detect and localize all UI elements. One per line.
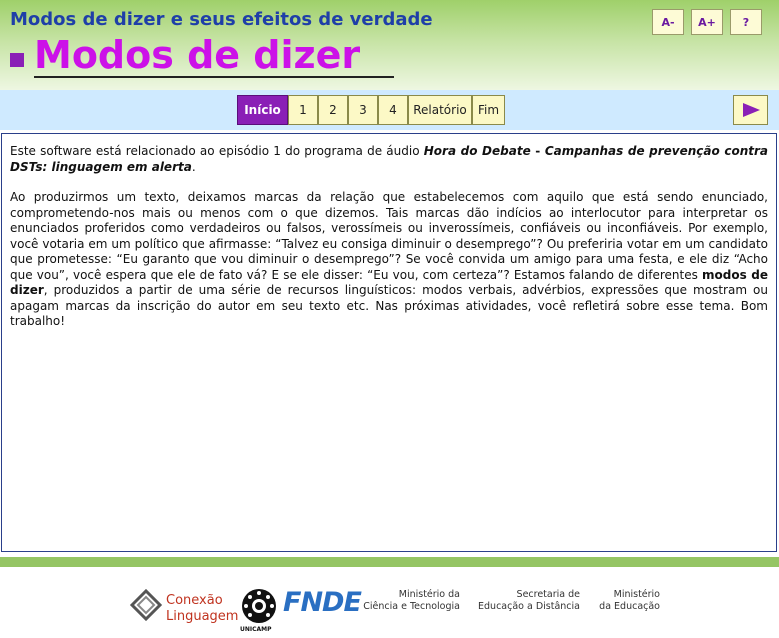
increase-font-button[interactable]: A+ [691, 9, 723, 35]
body-text-part1: Ao produzirmos um texto, deixamos marcas… [10, 190, 768, 282]
intro-paragraph: Este software está relacionado ao episód… [10, 144, 768, 175]
conexao-line1: Conexão [166, 593, 223, 608]
header-banner: Modos de dizer e seus efeitos de verdade… [0, 0, 779, 90]
fnde-logo: FNDE [283, 587, 362, 618]
ministry-science-technology: Ministério da Ciência e Tecnologia [362, 589, 460, 613]
conexao-linguagem-logo-text: Conexão Linguagem [166, 593, 238, 625]
ministry3-line2: da Educação [599, 601, 660, 612]
unicamp-logo-icon [242, 589, 276, 623]
intro-prefix: Este software está relacionado ao episód… [10, 144, 424, 158]
tab-3[interactable]: 3 [348, 95, 378, 125]
content-panel: Este software está relacionado ao episód… [1, 133, 777, 552]
tab-relatorio[interactable]: Relatório [408, 95, 472, 125]
page-title: Modos de dizer [34, 33, 361, 77]
unicamp-label: UNICAMP [240, 626, 272, 633]
tab-inicio[interactable]: Início [237, 95, 288, 125]
footer-divider [0, 557, 779, 567]
footer-logos: Conexão Linguagem UNICAMP FNDE Ministéri… [0, 567, 779, 638]
ministry3-line1: Ministério [613, 589, 660, 600]
tab-1[interactable]: 1 [288, 95, 318, 125]
app-title: Modos de dizer e seus efeitos de verdade [10, 9, 433, 30]
ministry2-line1: Secretaria de [516, 589, 580, 600]
ministry-education: Ministério da Educação [596, 589, 660, 613]
tab-4[interactable]: 4 [378, 95, 408, 125]
conexao-linguagem-logo-icon [129, 589, 163, 621]
next-button[interactable] [733, 95, 768, 125]
intro-suffix: . [191, 159, 196, 174]
tab-2[interactable]: 2 [318, 95, 348, 125]
square-bullet-icon [10, 53, 24, 67]
secretariat-distance-education: Secretaria de Educação a Distância [476, 589, 580, 613]
body-paragraph: Ao produzirmos um texto, deixamos marcas… [10, 190, 768, 330]
arrow-right-icon [742, 103, 760, 117]
program-name: Hora do Debate [423, 144, 531, 158]
tab-fim[interactable]: Fim [472, 95, 505, 125]
body-text-part2: , produzidos a partir de uma série de re… [10, 283, 768, 328]
help-button[interactable]: ? [730, 9, 762, 35]
ministry1-line1: Ministério da [398, 589, 460, 600]
navigation-bar: Início 1 2 3 4 Relatório Fim [0, 90, 779, 130]
ministry2-line2: Educação a Distância [478, 601, 580, 612]
ministry1-line2: Ciência e Tecnologia [363, 601, 460, 612]
heading-underline [34, 76, 394, 78]
decrease-font-button[interactable]: A- [652, 9, 684, 35]
conexao-line2: Linguagem [166, 609, 239, 624]
intro-separator: - [530, 144, 545, 158]
